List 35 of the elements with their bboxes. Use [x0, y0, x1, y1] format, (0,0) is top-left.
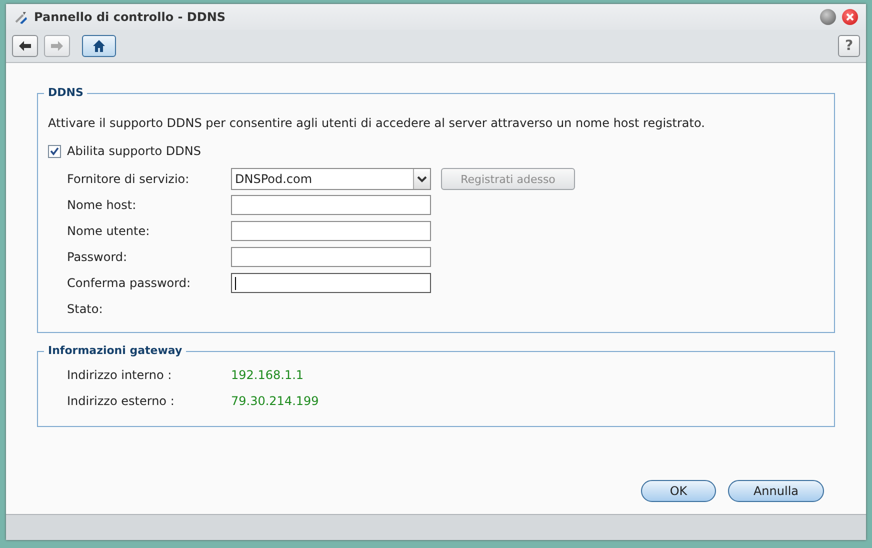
chevron-down-icon: [417, 176, 427, 182]
window-title: Pannello di controllo - DDNS: [34, 10, 227, 24]
tools-icon: [14, 10, 28, 24]
info-label: Indirizzo interno :: [66, 368, 173, 382]
field-label: Stato:: [66, 302, 104, 316]
ip-address: 79.30.214.199: [231, 394, 319, 408]
field-label: Fornitore di servizio:: [66, 172, 190, 186]
input-field[interactable]: [231, 195, 431, 215]
field-label: Nome utente:: [66, 224, 151, 238]
info-label: Indirizzo esterno :: [66, 394, 176, 408]
checkbox-label: Abilita supporto DDNS: [67, 144, 202, 158]
close-button[interactable]: [842, 9, 858, 25]
description-text: Attivare il supporto DDNS per consentire agli utenti di accedere al server attraverso un nome host registrato.: [48, 116, 706, 130]
checkbox[interactable]: [48, 144, 61, 158]
help-button[interactable]: ?: [838, 35, 860, 57]
check-icon: [50, 146, 59, 156]
field-label: Password:: [66, 250, 128, 264]
section-title: Informazioni gateway: [44, 344, 186, 357]
input-field[interactable]: [231, 247, 431, 267]
ok-button[interactable]: OK: [641, 480, 716, 502]
minimize-button[interactable]: [820, 9, 836, 25]
provider-dropdown[interactable]: DNSPod.com: [231, 168, 431, 190]
input-field[interactable]: [231, 221, 431, 241]
ip-address: 192.168.1.1: [231, 368, 304, 382]
field-label: Nome host:: [66, 198, 138, 212]
left-arrow-icon: [18, 40, 32, 52]
close-icon: [846, 13, 854, 21]
home-icon: [92, 39, 106, 53]
cancel-button[interactable]: Annulla: [728, 480, 824, 502]
back-button[interactable]: [12, 35, 38, 57]
right-arrow-icon: [50, 40, 64, 52]
section-title: DDNS: [44, 86, 88, 99]
home-button[interactable]: [82, 35, 116, 57]
field-label: Conferma password:: [66, 276, 192, 290]
input-field[interactable]: [231, 273, 431, 293]
